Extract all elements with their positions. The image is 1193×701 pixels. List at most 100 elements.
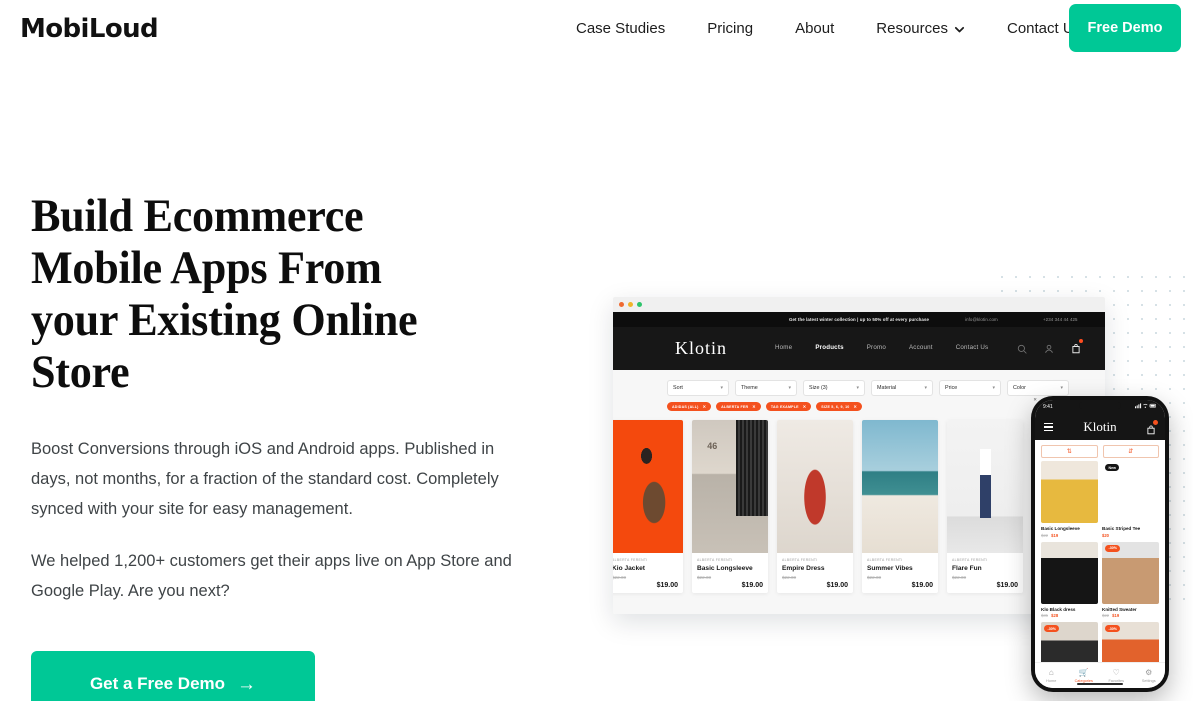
cart-icon: 🛒 xyxy=(1078,668,1089,678)
list-item[interactable]: Klo Black dress $35 $28 xyxy=(1041,541,1098,618)
list-item[interactable]: New Basic Striped Tee $20 xyxy=(1102,461,1159,538)
shop-nav-contact[interactable]: Contact Us xyxy=(956,344,989,351)
shop-brand-logo[interactable]: Klotin xyxy=(675,338,727,359)
filter-label: Price xyxy=(945,385,958,391)
product-old-price: $22.00 xyxy=(952,575,967,580)
filter-size[interactable]: Size (3) ▾ xyxy=(803,380,865,396)
shop-navbar: Klotin Home Products Promo Account Conta… xyxy=(613,327,1105,370)
product-name: Basic Longsleeve xyxy=(697,565,753,572)
arrow-right-icon: → xyxy=(237,673,257,695)
browser-chrome xyxy=(613,297,1105,312)
filter-bar: Sort ▾ Theme ▾ Size (3) ▾ Material ▾ Pri… xyxy=(613,370,1105,396)
product-photo xyxy=(777,420,853,553)
product-price-row: $20 xyxy=(1102,533,1159,538)
product-old-price: $22.00 xyxy=(613,575,627,580)
tag-label: ADIDAS (ALL) xyxy=(672,404,699,409)
product-card[interactable]: ALBERTA FERENTI Summer Vibes $22.00 $19.… xyxy=(862,420,938,593)
product-name: Empire Dress xyxy=(782,565,825,572)
window-maximize-dot-icon xyxy=(637,302,642,307)
tab-categories[interactable]: 🛒 Categories xyxy=(1068,668,1101,683)
window-minimize-dot-icon xyxy=(628,302,633,307)
filter-label: Sort xyxy=(673,385,683,391)
filter-label: Size (3) xyxy=(809,385,828,391)
brand-logo[interactable]: MobiLoud xyxy=(20,14,159,44)
phone-app-header: Klotin xyxy=(1035,414,1165,440)
shop-nav-links: Home Products Promo Account Contact Us xyxy=(775,344,988,351)
product-old-price: $22.00 xyxy=(697,575,712,580)
product-price: $19.00 xyxy=(996,582,1018,589)
product-name: Basic Striped Tee xyxy=(1102,526,1141,531)
product-name: Summer Vibes xyxy=(867,565,913,572)
nav-label: Resources xyxy=(876,19,948,37)
nav-label: Pricing xyxy=(707,19,754,37)
nav-item-case-studies[interactable]: Case Studies xyxy=(555,20,686,37)
close-icon[interactable]: ✕ xyxy=(752,404,756,409)
sort-button[interactable]: ⇅ xyxy=(1041,445,1098,458)
product-card[interactable]: ALBERTA FERENTI Flare Fun $22.00 $19.00 xyxy=(947,420,1023,593)
shop-nav-home[interactable]: Home xyxy=(775,344,792,351)
shop-icon-group xyxy=(1017,339,1083,354)
tab-favorites[interactable]: ♡ Favorites xyxy=(1100,668,1133,683)
product-card[interactable]: ALBERTA FERENTI Kio Jacket $22.00 $19.00 xyxy=(613,420,683,593)
chevron-down-icon: ▾ xyxy=(1060,385,1063,391)
tab-home[interactable]: ⌂ Home xyxy=(1035,668,1068,683)
shop-phone: +234 344 44 425 xyxy=(1043,317,1078,322)
close-icon[interactable]: ✕ xyxy=(803,404,807,409)
close-icon[interactable]: ✕ xyxy=(853,404,857,409)
product-card[interactable]: ALBERTA FERENTI Basic Longsleeve $22.00 … xyxy=(692,420,768,593)
filter-color[interactable]: Color ▾ xyxy=(1007,380,1069,396)
shop-nav-promo[interactable]: Promo xyxy=(867,344,886,351)
free-demo-button[interactable]: Free Demo xyxy=(1069,4,1181,52)
shop-nav-products[interactable]: Products xyxy=(815,344,843,351)
product-photo: -30% xyxy=(1102,541,1159,604)
filter-price[interactable]: Price ▾ xyxy=(939,380,1001,396)
close-icon[interactable]: ✕ xyxy=(703,404,707,409)
cart-icon[interactable] xyxy=(1146,420,1158,435)
phone-sort-filter-row: ⇅ ⇵ xyxy=(1035,440,1165,461)
product-meta: ALBERTA FERENTI Empire Dress $22.00 $19.… xyxy=(777,553,853,593)
cart-icon[interactable] xyxy=(1071,339,1083,354)
product-price: $19.00 xyxy=(741,582,763,589)
filter-tag[interactable]: TAG EXAMPLE ✕ xyxy=(765,402,812,411)
active-filter-tags: ADIDAS (ALL) ✕ ALBERTA FER ✕ TAG EXAMPLE… xyxy=(613,396,1105,411)
product-brand: ALBERTA FERENTI xyxy=(613,558,648,562)
product-price: $28 xyxy=(1051,613,1059,618)
product-photo xyxy=(692,420,768,553)
tag-label: TAG EXAMPLE xyxy=(770,404,799,409)
search-icon[interactable] xyxy=(1017,341,1027,354)
hero-section: Build Ecommerce Mobile Apps From your Ex… xyxy=(31,190,561,701)
hero-paragraph-2: We helped 1,200+ customers get their app… xyxy=(31,552,512,600)
phone-notch xyxy=(1079,402,1121,409)
nav-item-resources[interactable]: Resources xyxy=(855,20,986,37)
list-item[interactable]: -30% Knitted Sweater $22 $19 xyxy=(1102,541,1159,618)
tab-label: Settings xyxy=(1141,678,1156,683)
product-photo xyxy=(613,420,683,553)
filter-sort[interactable]: Sort ▾ xyxy=(667,380,729,396)
product-card[interactable]: ALBERTA FERENTI Empire Dress $22.00 $19.… xyxy=(777,420,853,593)
shop-nav-account[interactable]: Account xyxy=(909,344,933,351)
filter-material[interactable]: Material ▾ xyxy=(871,380,933,396)
user-icon[interactable] xyxy=(1044,341,1054,353)
filter-tag[interactable]: ADIDAS (ALL) ✕ xyxy=(667,402,712,411)
filter-label: Material xyxy=(877,385,897,391)
filter-button[interactable]: ⇵ xyxy=(1102,445,1159,458)
product-price-row: $22 $19 xyxy=(1102,613,1159,618)
phone-product-grid: Basic Longsleeve $22 $19 New Basic Strip… xyxy=(1035,461,1165,684)
new-badge: New xyxy=(1105,464,1120,471)
filter-tag[interactable]: SIZE 5, 6, 9, 10 ✕ xyxy=(816,402,863,411)
product-price: $19 xyxy=(1112,613,1120,618)
product-price: $20 xyxy=(1102,532,1109,538)
product-price: $19.00 xyxy=(911,582,933,589)
nav-label: Case Studies xyxy=(576,19,666,37)
list-item[interactable]: Basic Longsleeve $22 $19 xyxy=(1041,461,1098,538)
hamburger-menu-icon[interactable] xyxy=(1044,421,1053,433)
get-free-demo-button[interactable]: Get a Free Demo → xyxy=(31,651,315,701)
product-price-row: $35 $28 xyxy=(1041,613,1098,618)
discount-badge: -30% xyxy=(1105,625,1121,632)
product-old-price: $22.00 xyxy=(867,575,882,580)
nav-item-pricing[interactable]: Pricing xyxy=(686,20,774,37)
nav-item-about[interactable]: About xyxy=(774,20,855,37)
filter-theme[interactable]: Theme ▾ xyxy=(735,380,797,396)
filter-tag[interactable]: ALBERTA FER ✕ xyxy=(716,402,761,411)
tab-settings[interactable]: ⚙ Settings xyxy=(1133,668,1166,683)
